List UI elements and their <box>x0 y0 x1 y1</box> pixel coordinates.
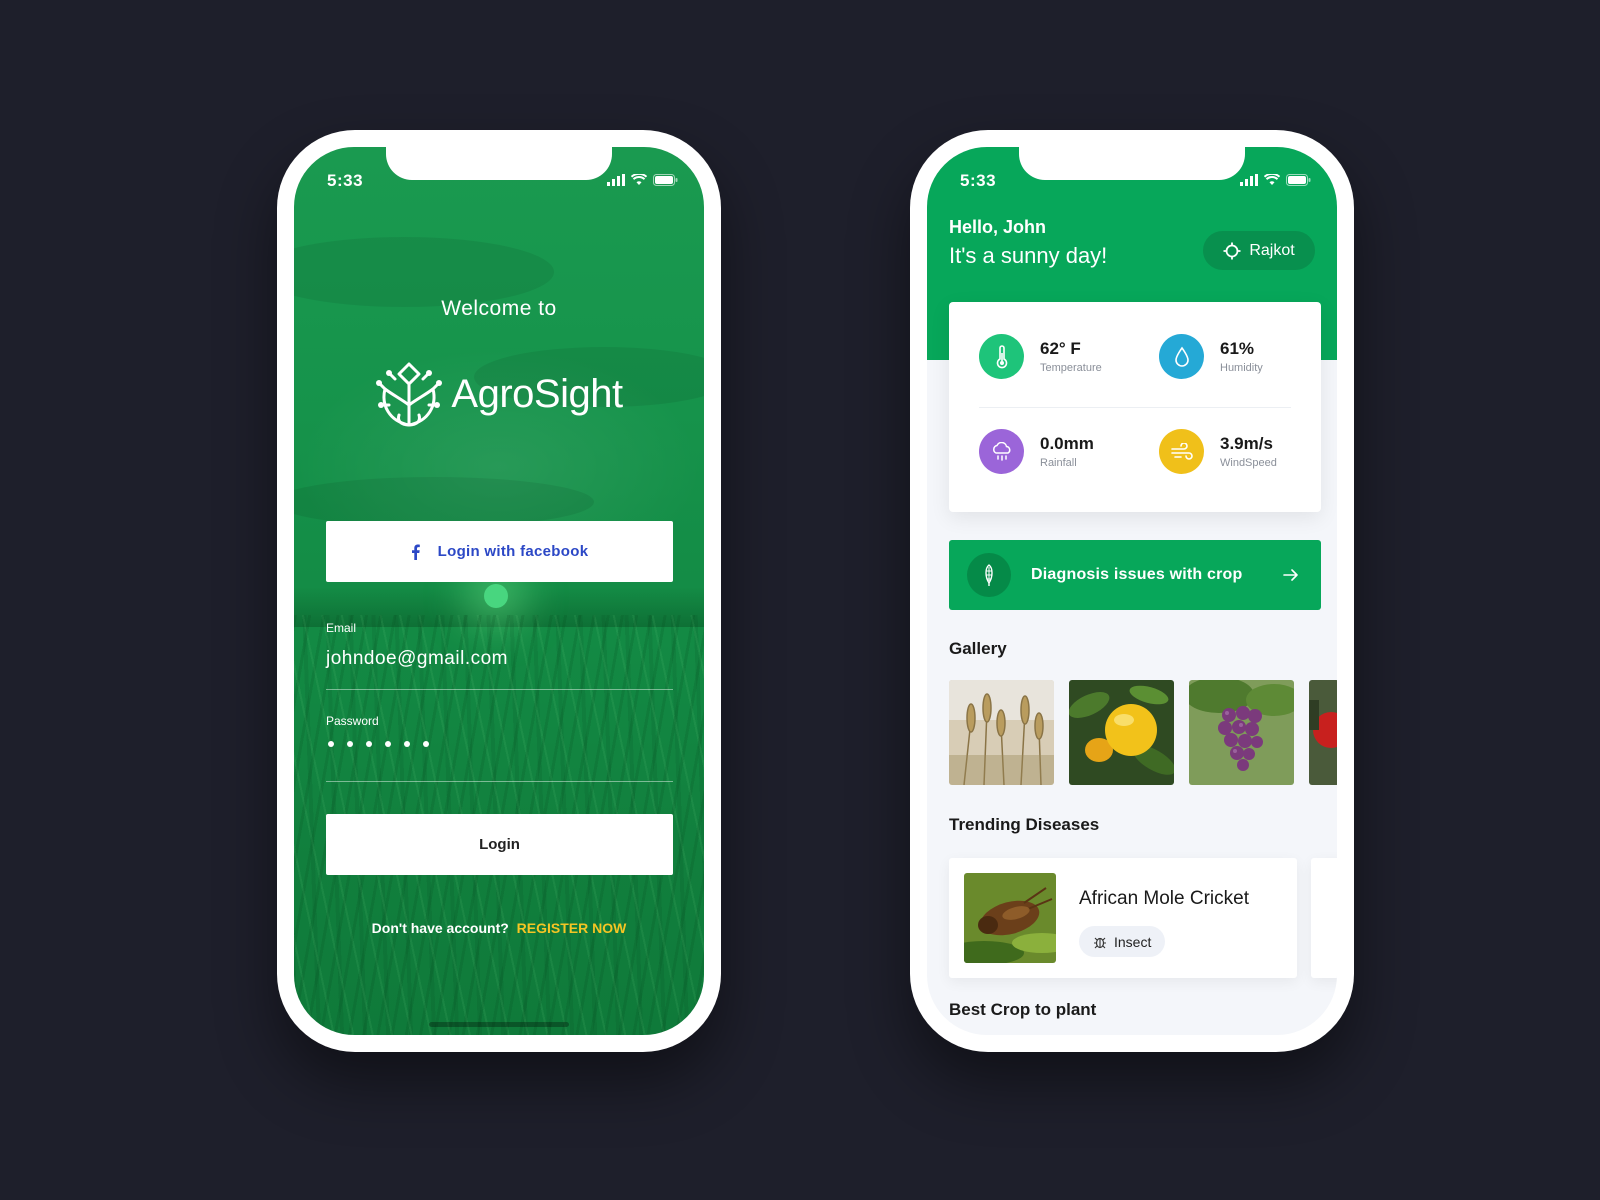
wifi-icon <box>631 174 647 185</box>
temperature-value: 62° F <box>1040 339 1081 358</box>
phone-notch <box>386 147 612 180</box>
weather-windspeed: 3.9m/s WindSpeed <box>1159 429 1277 474</box>
login-screen: 5:33 Welcome to AgroSight Login with fac… <box>294 147 704 1035</box>
login-button[interactable]: Login <box>326 814 673 875</box>
dashboard-screen: 5:33 Hello, John It's a sunny day! Rajko… <box>927 147 1337 1035</box>
disease-tag-label: Insect <box>1114 933 1152 950</box>
droplet-icon <box>1159 334 1204 379</box>
diagnosis-label: Diagnosis issues with crop <box>1031 566 1243 583</box>
trending-diseases-title: Trending Diseases <box>949 815 1100 834</box>
bug-icon <box>1094 937 1106 948</box>
gallery-image-wheat[interactable] <box>949 680 1054 785</box>
location-target-icon <box>1223 242 1241 259</box>
password-dot <box>423 741 429 747</box>
facebook-login-label: Login with facebook <box>437 543 589 560</box>
status-icons <box>1240 174 1311 186</box>
windspeed-value: 3.9m/s <box>1220 434 1273 453</box>
battery-icon <box>1286 174 1311 186</box>
temperature-label: Temperature <box>1040 362 1102 374</box>
status-time: 5:33 <box>327 171 364 190</box>
weather-greeting: It's a sunny day! <box>949 243 1108 268</box>
email-label: Email <box>326 621 357 635</box>
gallery-title: Gallery <box>949 639 1007 658</box>
login-phone: 5:33 Welcome to AgroSight Login with fac… <box>277 130 721 1052</box>
app-name: AgroSight <box>451 371 623 416</box>
welcome-text: Welcome to <box>441 297 557 320</box>
email-input[interactable]: johndoe@gmail.com <box>326 648 673 670</box>
weather-card: 62° F Temperature 61% Humidity 0.0mm Rainfa… <box>949 302 1321 512</box>
signal-icon <box>607 174 625 186</box>
best-crop-title: Best Crop to plant <box>949 1000 1097 1019</box>
wind-icon <box>1159 429 1204 474</box>
password-dot <box>347 741 353 747</box>
rainfall-value: 0.0mm <box>1040 434 1094 453</box>
status-icons <box>607 174 678 186</box>
phone-notch <box>1019 147 1245 180</box>
wifi-icon <box>1264 174 1280 185</box>
register-prompt-text: Don't have account? <box>371 920 509 936</box>
arrow-right-icon <box>1283 569 1298 581</box>
location-button[interactable]: Rajkot <box>1203 231 1315 270</box>
weather-rainfall: 0.0mm Rainfall <box>979 429 1094 474</box>
humidity-label: Humidity <box>1220 362 1263 374</box>
disease-card-next[interactable] <box>1311 858 1337 978</box>
password-dot <box>404 741 410 747</box>
greeting: Hello, John <box>949 217 1047 237</box>
home-indicator[interactable] <box>429 1022 569 1027</box>
diagnosis-button[interactable]: Diagnosis issues with crop <box>949 540 1321 610</box>
register-now-link[interactable]: REGISTER NOW <box>517 920 627 936</box>
corn-icon <box>967 553 1011 597</box>
agrosight-logo-icon <box>376 362 443 427</box>
thermometer-icon <box>979 334 1024 379</box>
password-field[interactable]: Password <box>326 714 673 782</box>
disease-tag[interactable]: Insect <box>1079 926 1166 957</box>
weather-temperature: 62° F Temperature <box>979 334 1102 379</box>
disease-card[interactable]: African Mole Cricket Insect <box>949 858 1297 978</box>
location-label: Rajkot <box>1249 241 1295 259</box>
gallery-image-lemon[interactable] <box>1069 680 1174 785</box>
status-time: 5:33 <box>960 171 997 190</box>
logo: AgroSight <box>294 359 704 429</box>
weather-humidity: 61% Humidity <box>1159 334 1263 379</box>
rain-cloud-icon <box>979 429 1024 474</box>
disease-name: African Mole Cricket <box>1079 888 1249 909</box>
facebook-icon <box>411 544 420 560</box>
rainfall-label: Rainfall <box>1040 457 1077 469</box>
email-field[interactable]: Email johndoe@gmail.com <box>326 621 673 690</box>
dashboard-phone: 5:33 Hello, John It's a sunny day! Rajko… <box>910 130 1354 1052</box>
password-dot <box>366 741 372 747</box>
facebook-login-button[interactable]: Login with facebook <box>326 521 673 582</box>
password-label: Password <box>326 714 379 728</box>
gallery-image-grapes[interactable] <box>1189 680 1294 785</box>
signal-icon <box>1240 174 1258 186</box>
sun-glow <box>484 584 508 608</box>
weather-divider <box>979 407 1291 408</box>
password-dot <box>328 741 334 747</box>
disease-image <box>964 873 1056 963</box>
humidity-value: 61% <box>1220 339 1255 358</box>
windspeed-label: WindSpeed <box>1220 457 1277 469</box>
password-input[interactable] <box>326 741 673 747</box>
login-button-label: Login <box>479 836 520 853</box>
gallery-image-tomato[interactable] <box>1309 680 1337 785</box>
battery-icon <box>653 174 678 186</box>
register-prompt: Don't have account? REGISTER NOW <box>294 920 704 936</box>
password-dot <box>385 741 391 747</box>
